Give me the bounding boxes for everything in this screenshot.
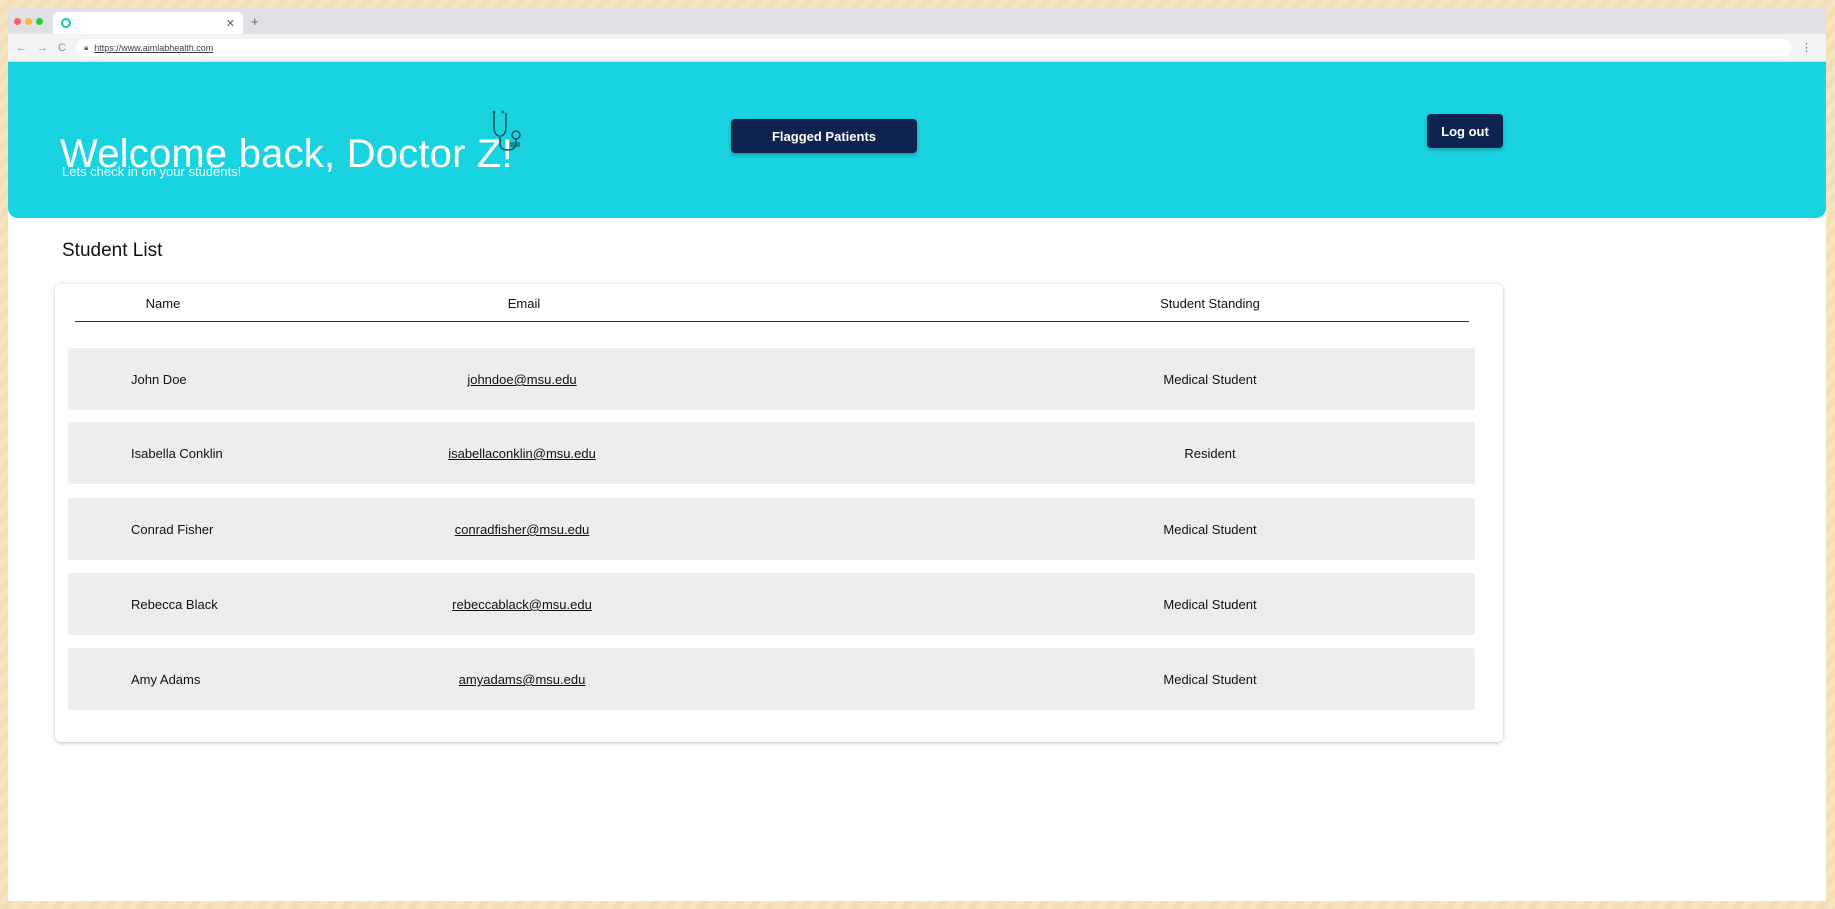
- table-row[interactable]: Amy Adams amyadams@msu.edu Medical Stude…: [68, 648, 1475, 710]
- student-name: Amy Adams: [131, 672, 201, 687]
- back-arrow-icon[interactable]: ←: [16, 42, 27, 54]
- student-email-link[interactable]: conradfisher@msu.edu: [455, 522, 590, 537]
- student-email-link[interactable]: amyadams@msu.edu: [459, 672, 586, 687]
- table-row[interactable]: John Doe johndoe@msu.edu Medical Student: [68, 348, 1475, 410]
- table-row[interactable]: Conrad Fisher conradfisher@msu.edu Medic…: [68, 498, 1475, 560]
- stethoscope-icon: [492, 110, 521, 151]
- new-tab-icon[interactable]: +: [251, 14, 259, 29]
- table-row[interactable]: Isabella Conklin isabellaconklin@msu.edu…: [68, 422, 1475, 484]
- welcome-subtitle: Lets check in on your students!: [62, 164, 242, 179]
- table-row[interactable]: Rebecca Black rebeccablack@msu.edu Medic…: [68, 573, 1475, 635]
- student-name: Conrad Fisher: [131, 522, 214, 537]
- student-email-link[interactable]: isabellaconklin@msu.edu: [448, 446, 596, 461]
- column-header-name: Name: [145, 296, 181, 311]
- student-standing: Medical Student: [1163, 372, 1257, 387]
- reload-icon[interactable]: C: [58, 42, 66, 54]
- column-header-email: Email: [507, 296, 541, 311]
- welcome-banner: Welcome back, Doctor Z! Lets check in on…: [8, 62, 1826, 218]
- lock-icon: 🔒︎: [83, 42, 89, 52]
- student-email-link[interactable]: johndoe@msu.edu: [467, 372, 576, 387]
- student-list-title: Student List: [62, 240, 163, 261]
- address-bar: ← → C 🔒︎ https://www.aimlabhealth.com ⋮: [8, 34, 1826, 62]
- table-header: Name Email Student Standing: [75, 284, 1469, 322]
- flagged-patients-button[interactable]: Flagged Patients: [731, 119, 917, 153]
- student-name: Isabella Conklin: [131, 446, 223, 461]
- window-controls: [14, 17, 43, 25]
- close-window-icon[interactable]: [14, 17, 21, 25]
- forward-arrow-icon[interactable]: →: [37, 42, 48, 54]
- browser-menu-icon[interactable]: ⋮: [1801, 41, 1812, 54]
- favicon-icon: [61, 18, 71, 28]
- url-input[interactable]: 🔒︎ https://www.aimlabhealth.com: [75, 38, 1791, 57]
- logout-button[interactable]: Log out: [1427, 114, 1503, 148]
- browser-tab[interactable]: ✕: [53, 12, 243, 34]
- minimize-window-icon[interactable]: [25, 17, 32, 25]
- column-header-standing: Student Standing: [1160, 296, 1260, 311]
- url-text: https://www.aimlabhealth.com: [94, 42, 214, 53]
- student-standing: Medical Student: [1163, 672, 1257, 687]
- student-table: Name Email Student Standing John Doe joh…: [55, 284, 1503, 742]
- close-tab-icon[interactable]: ✕: [226, 17, 235, 30]
- student-email-link[interactable]: rebeccablack@msu.edu: [452, 597, 592, 612]
- student-standing: Medical Student: [1163, 597, 1257, 612]
- student-name: Rebecca Black: [131, 597, 218, 612]
- student-standing: Resident: [1184, 446, 1236, 461]
- maximize-window-icon[interactable]: [36, 17, 43, 25]
- tab-strip: ✕ +: [8, 8, 1826, 34]
- browser-window: ✕ + ← → C 🔒︎ https://www.aimlabhealth.co…: [8, 8, 1826, 901]
- student-name: John Doe: [131, 372, 187, 387]
- student-standing: Medical Student: [1163, 522, 1257, 537]
